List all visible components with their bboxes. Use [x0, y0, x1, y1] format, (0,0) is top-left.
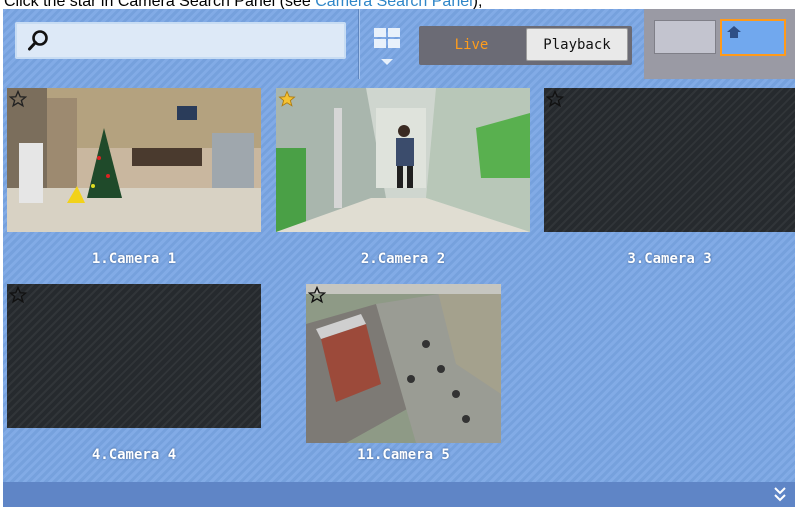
toolbar-divider-highlight	[359, 9, 360, 79]
camera-tile[interactable]: 1.Camera 1	[7, 88, 261, 278]
playback-mode-button[interactable]: Playback	[526, 28, 628, 61]
search-box[interactable]	[15, 22, 346, 59]
camera-label: 1.Camera 1	[91, 251, 177, 267]
camera-label: 4.Camera 4	[91, 447, 177, 463]
camera-5-preview[interactable]	[306, 284, 501, 443]
camera-1-preview[interactable]	[7, 88, 261, 232]
live-mode-button[interactable]: Live	[419, 26, 524, 65]
favorite-star-icon[interactable]	[8, 285, 28, 308]
toolbar: Live Playback	[3, 9, 795, 79]
camera-tile[interactable]: 2.Camera 2	[276, 88, 530, 278]
layouts-panel	[644, 9, 795, 79]
search-icon	[27, 29, 51, 57]
favorite-star-icon[interactable]	[278, 90, 296, 112]
camera-tile[interactable]: 4.Camera 4	[7, 284, 261, 474]
layout-thumbnail-selected[interactable]	[720, 19, 786, 56]
camera-3-preview[interactable]	[544, 88, 795, 232]
camera-label: 11.Camera 5	[357, 447, 450, 463]
layout-grid-button[interactable]	[372, 26, 402, 68]
camera-search-panel: Live Playback 1.Camera 1 2.Camera 2 3.Ca…	[3, 9, 795, 507]
camera-label: 3.Camera 3	[627, 251, 712, 267]
favorite-star-icon[interactable]	[307, 285, 327, 308]
favorite-star-icon[interactable]	[8, 89, 28, 112]
camera-4-preview[interactable]	[7, 284, 261, 428]
bottom-bar	[3, 482, 795, 507]
home-icon	[727, 23, 741, 42]
double-chevron-down-icon[interactable]	[773, 486, 787, 506]
layout-grid-icon	[372, 28, 402, 72]
layout-thumbnail[interactable]	[654, 20, 716, 54]
camera-2-preview[interactable]	[276, 88, 530, 232]
search-input[interactable]	[57, 28, 341, 54]
camera-tile[interactable]: 3.Camera 3	[544, 88, 795, 278]
camera-label: 2.Camera 2	[360, 251, 446, 267]
mode-switch: Live Playback	[419, 26, 632, 65]
favorite-star-icon[interactable]	[545, 89, 565, 112]
camera-tile[interactable]: 11.Camera 5	[306, 284, 501, 474]
